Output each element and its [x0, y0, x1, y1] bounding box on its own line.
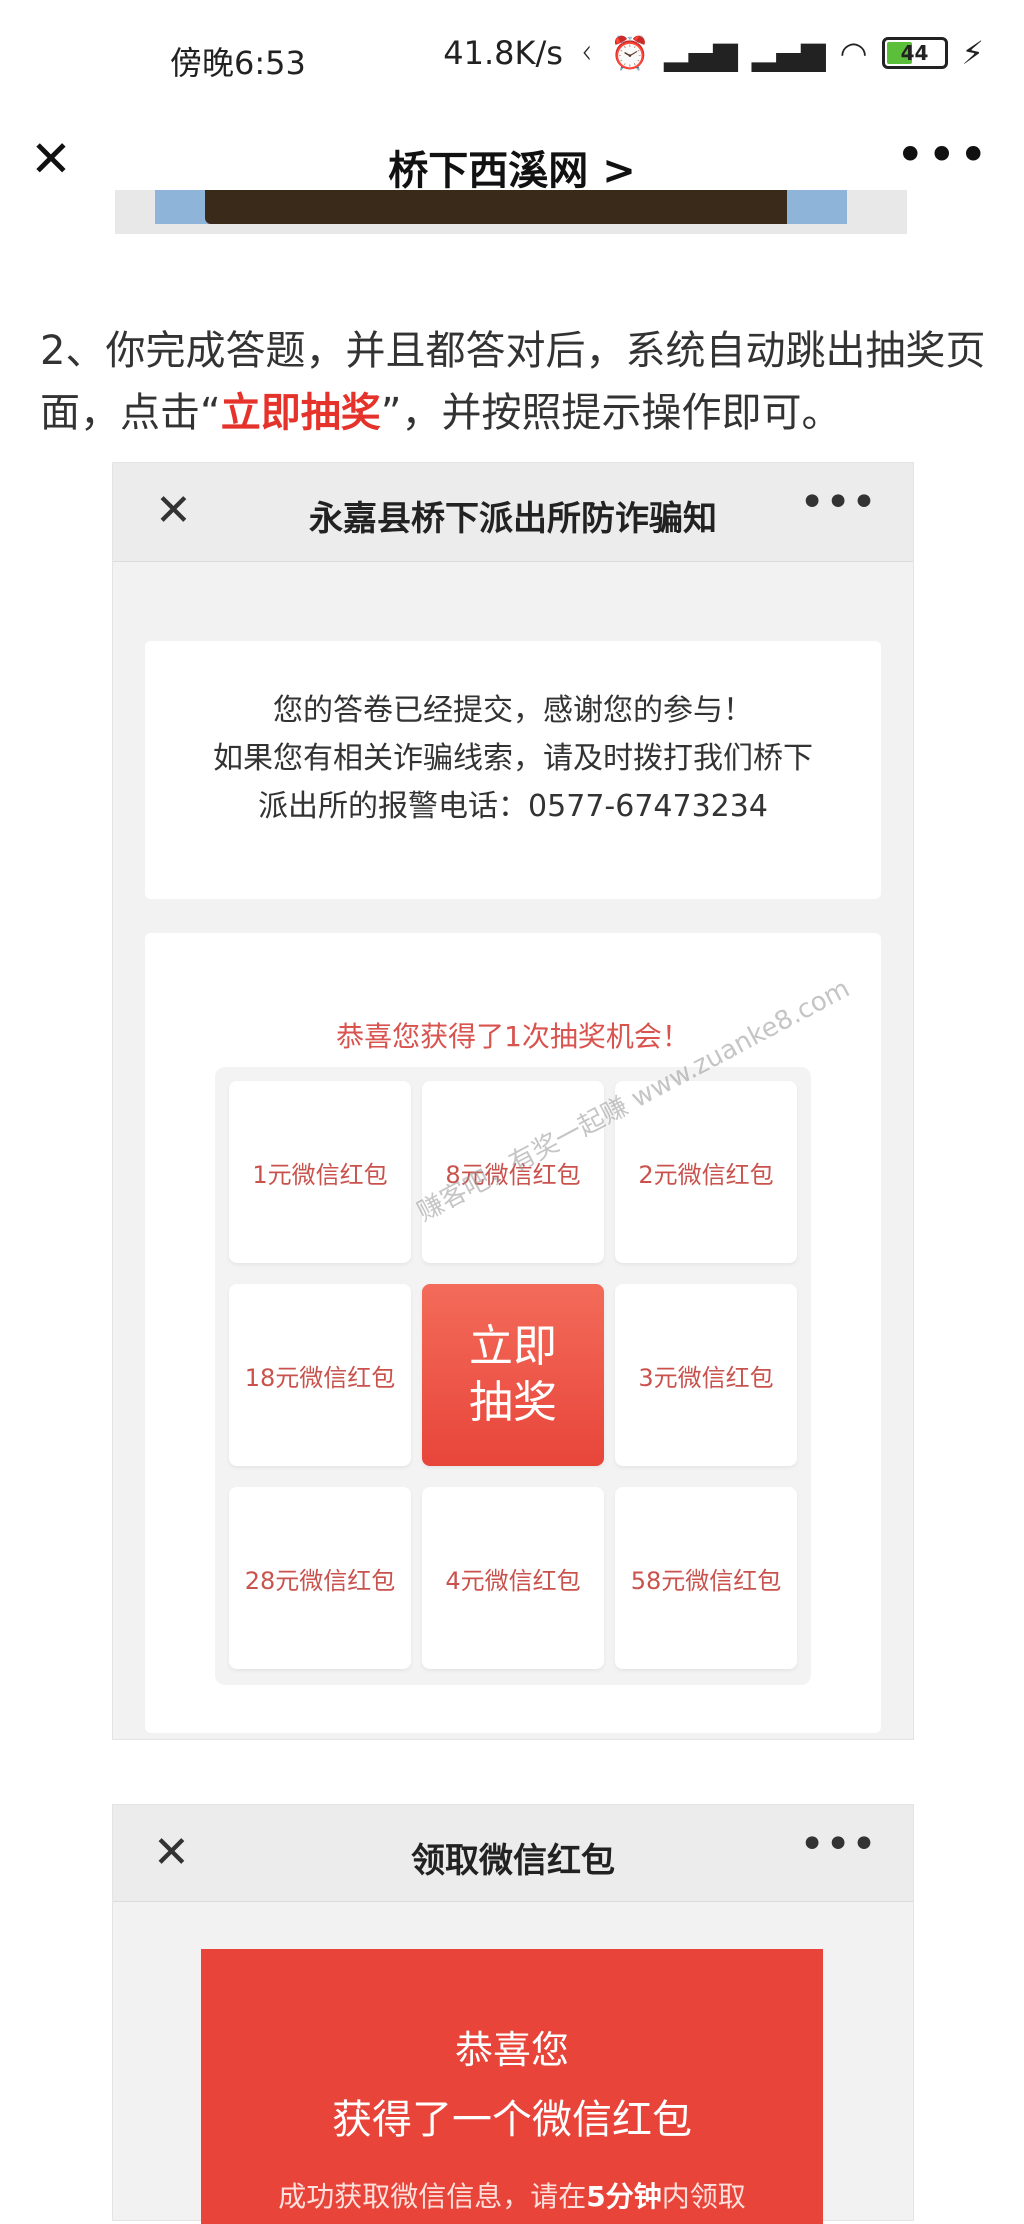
network-speed: 41.8K/s	[443, 34, 563, 72]
notice-line: 您的答卷已经提交，感谢您的参与！	[273, 693, 753, 728]
status-bar: 傍晚6:53 41.8K/s ᚲ ⏰ ▂▄▆ ▂▄▆ ◠ 44 ⚡	[0, 0, 1024, 112]
prize-cell: 18元微信红包	[229, 1284, 411, 1466]
notice-line: 如果您有相关诈骗线索，请及时拨打我们桥下	[213, 741, 813, 776]
prize-cell: 3元微信红包	[615, 1284, 797, 1466]
notice-line: 派出所的报警电话：0577-67473234	[258, 789, 768, 824]
prize-cell: 58元微信红包	[615, 1487, 797, 1669]
status-time: 傍晚6:53	[170, 44, 306, 82]
close-icon: ✕	[155, 485, 192, 536]
status-icons: 41.8K/s ᚲ ⏰ ▂▄▆ ▂▄▆ ◠ 44 ⚡	[443, 34, 984, 72]
prize-cell: 4元微信红包	[422, 1487, 604, 1669]
alarm-icon: ⏰	[610, 34, 650, 72]
bluetooth-icon: ᚲ	[576, 34, 597, 72]
draw-button: 立即 抽奖	[422, 1284, 604, 1466]
step-highlight: 立即抽奖	[220, 390, 381, 436]
prize-cell: 28元微信红包	[229, 1487, 411, 1669]
red-packet-card: 恭喜您 获得了一个微信红包 成功获取微信信息，请在5分钟内领取	[201, 1949, 823, 2224]
submission-notice: 您的答卷已经提交，感谢您的参与！ 如果您有相关诈骗线索，请及时拨打我们桥下 派出…	[145, 641, 881, 899]
redpacket-line: 获得了一个微信红包	[332, 2097, 692, 2143]
screenshot-lottery: ✕ 永嘉县桥下派出所防诈骗知 ••• 您的答卷已经提交，感谢您的参与！ 如果您有…	[112, 462, 914, 1740]
more-icon: •••	[799, 1819, 877, 1870]
step-paragraph: 2、你完成答题，并且都答对后，系统自动跳出抽奖页面，点击“立即抽奖”，并按照提示…	[40, 320, 1000, 444]
screenshot-header: ✕ 领取微信红包 •••	[113, 1805, 913, 1902]
redpacket-line: 恭喜您	[454, 2028, 569, 2072]
signal-icon-2: ▂▄▆	[751, 34, 826, 72]
charging-icon: ⚡	[961, 34, 984, 72]
screenshot-title: 永嘉县桥下派出所防诈骗知	[309, 499, 717, 539]
redpacket-note: 成功获取微信信息，请在5分钟内领取	[201, 2175, 823, 2215]
more-icon[interactable]: •••	[896, 126, 990, 184]
lottery-card: 恭喜您获得了1次抽奖机会！ 1元微信红包 8元微信红包 2元微信红包 18元微信…	[145, 933, 881, 1733]
redpacket-note-text: 内领取	[661, 2180, 746, 2213]
more-icon: •••	[799, 477, 877, 528]
redpacket-note-text: 成功获取微信信息，请在	[278, 2180, 587, 2213]
screenshot-title: 领取微信红包	[411, 1841, 615, 1881]
signal-icon: ▂▄▆	[663, 34, 738, 72]
screenshot-redpacket: ✕ 领取微信红包 ••• 恭喜您 获得了一个微信红包 成功获取微信信息，请在5分…	[112, 1804, 914, 2224]
battery-level: 44	[900, 41, 929, 65]
article-image-partial	[115, 190, 907, 234]
draw-button-line: 抽奖	[469, 1377, 557, 1428]
step-text-end: ”，并按照提示操作即可。	[380, 390, 842, 436]
draw-button-line: 立即	[469, 1321, 557, 1372]
battery-icon: 44	[881, 37, 948, 69]
prize-cell: 1元微信红包	[229, 1081, 411, 1263]
redpacket-note-time: 5分钟	[586, 2180, 662, 2213]
screenshot-header: ✕ 永嘉县桥下派出所防诈骗知 •••	[113, 463, 913, 562]
page-title[interactable]: 桥下西溪网 >	[0, 138, 1024, 196]
wifi-icon: ◠	[839, 34, 868, 72]
